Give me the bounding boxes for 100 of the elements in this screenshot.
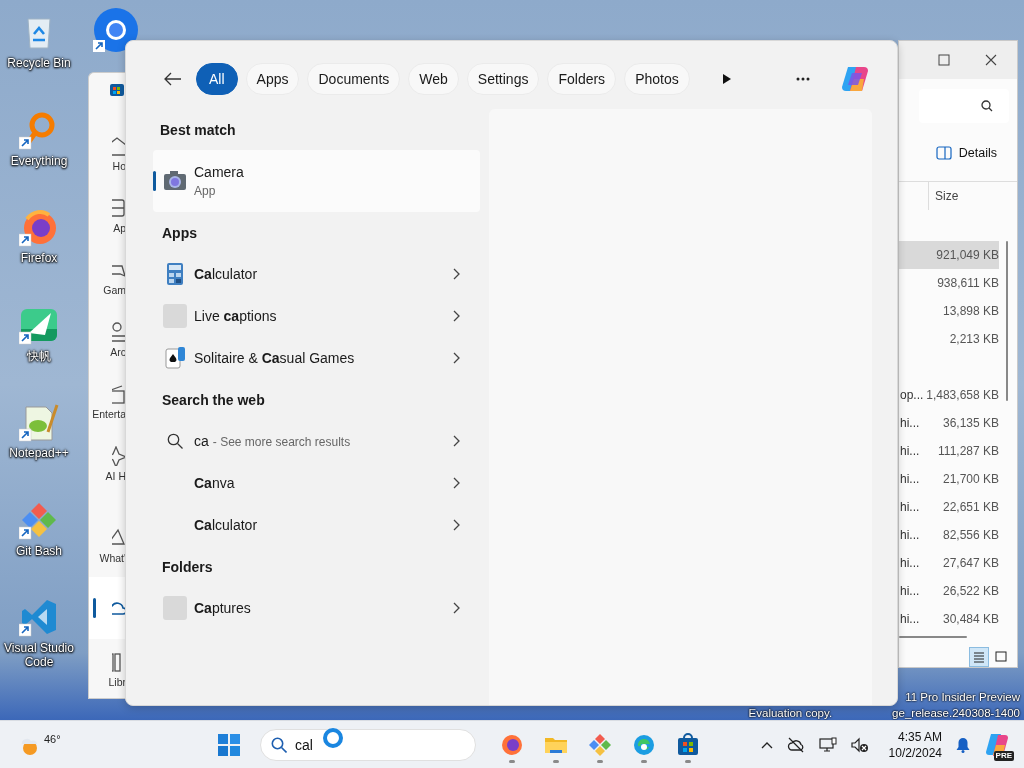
file-name: hi... xyxy=(900,416,920,430)
nav-item[interactable]: Libr xyxy=(89,639,126,698)
result-title: Calculator xyxy=(194,266,259,282)
filter-tab[interactable]: Documents xyxy=(307,63,401,95)
filter-tab[interactable]: All xyxy=(196,63,238,95)
watermark-text: Evaluation copy. xyxy=(748,706,833,721)
weather-widget[interactable]: 46° xyxy=(18,732,218,757)
chevron-icon xyxy=(452,477,460,489)
file-size: 1,483,658 KB xyxy=(926,388,999,402)
watermark-text: 11 Pro Insider Preview xyxy=(904,690,1020,705)
search-field[interactable] xyxy=(919,89,1009,123)
result-item[interactable]: Camera App xyxy=(153,150,480,212)
watermark-text: ge_release.240308-1400 xyxy=(892,706,1020,721)
filter-tab[interactable]: Settings xyxy=(466,63,540,95)
app-icon[interactable] xyxy=(984,731,1010,758)
search-bar[interactable]: cal xyxy=(260,728,476,761)
file-name: hi... xyxy=(900,556,920,570)
list-row[interactable]: hi... 111,287 KB xyxy=(899,437,1017,465)
filter-tab[interactable]: Web xyxy=(408,63,459,95)
list-row[interactable]: hi... 36,135 KB xyxy=(899,409,1017,437)
list-row[interactable]: hi... 82,556 KB xyxy=(899,521,1017,549)
section-heading: Search the web xyxy=(161,390,266,410)
maximize-icon[interactable] xyxy=(938,54,950,66)
filter-tab[interactable]: Apps xyxy=(245,63,300,95)
list-row[interactable]: hi... 27,647 KB xyxy=(899,549,1017,577)
panel-icon xyxy=(935,146,952,160)
nav-item[interactable] xyxy=(89,577,126,639)
list-row[interactable]: 13,898 KB xyxy=(899,297,1017,325)
file-size: 82,556 KB xyxy=(942,528,999,542)
list-row[interactable]: hi... 22,651 KB xyxy=(899,493,1017,521)
chevron-icon xyxy=(452,519,460,531)
chevron-up-icon[interactable] xyxy=(760,740,773,749)
placeholder-icon xyxy=(163,596,187,620)
clock-date[interactable]: 10/2/2024 xyxy=(888,744,942,761)
list-row[interactable]: hi... 26,522 KB xyxy=(899,577,1017,605)
nav-item[interactable]: Gam xyxy=(89,247,126,309)
result-item[interactable]: Live captions xyxy=(153,295,480,337)
back-arrow-icon[interactable] xyxy=(164,72,182,86)
clock-time[interactable]: 4:35 AM xyxy=(897,728,942,745)
file-size: 21,700 KB xyxy=(942,472,999,486)
scrollbar[interactable] xyxy=(899,636,967,638)
file-name: hi... xyxy=(900,444,920,458)
filter-tab[interactable]: Photos xyxy=(624,63,690,95)
selection-bar xyxy=(153,171,156,191)
tile-icon xyxy=(995,651,1007,663)
file-name: hi... xyxy=(900,500,920,514)
search-input[interactable]: cal xyxy=(295,736,415,753)
result-item[interactable]: Calculator xyxy=(153,504,480,546)
nav-item[interactable]: Enterta xyxy=(89,371,126,433)
file-size: 13,898 KB xyxy=(942,304,999,318)
list-row[interactable]: op... 1,483,658 KB xyxy=(899,381,1017,409)
nav-item[interactable]: AI H xyxy=(89,433,126,495)
start-icon[interactable] xyxy=(218,733,240,756)
list-icon xyxy=(973,651,985,663)
bell-icon[interactable] xyxy=(956,736,970,753)
result-title: Camera xyxy=(194,164,245,180)
app-icon[interactable] xyxy=(19,207,59,247)
file-size: 938,611 KB xyxy=(937,276,999,290)
list-row[interactable]: hi... 30,484 KB xyxy=(899,605,1017,633)
monitor-icon[interactable] xyxy=(818,736,837,753)
result-item[interactable]: Canva xyxy=(153,462,480,504)
list-row[interactable]: 938,611 KB xyxy=(899,269,1017,297)
close-icon[interactable] xyxy=(985,54,997,66)
result-item[interactable]: Calculator xyxy=(153,253,480,295)
file-name: hi... xyxy=(900,528,920,542)
cloud-off-icon[interactable] xyxy=(786,736,805,753)
person-icon xyxy=(112,322,126,342)
column-header[interactable]: Size xyxy=(935,189,959,203)
result-title: Captures xyxy=(194,600,252,616)
result-title: Solitaire & Casual Games xyxy=(194,350,356,366)
store-bag-icon[interactable] xyxy=(676,732,700,757)
details-view-button[interactable] xyxy=(969,647,989,667)
icon-label: Recycle Bin xyxy=(6,56,72,70)
apps-icon xyxy=(112,198,126,218)
icon-label: Firefox xyxy=(19,251,59,265)
result-item[interactable]: Solitaire & Casual Games xyxy=(153,337,480,379)
camera-icon xyxy=(163,169,187,193)
store-bag-icon xyxy=(109,81,125,97)
scrollbar[interactable] xyxy=(1006,241,1008,401)
list-row[interactable]: 921,049 KB xyxy=(899,241,999,269)
filter-tab[interactable]: Folders xyxy=(547,63,617,95)
list-row[interactable]: 2,213 KB xyxy=(899,325,1017,353)
icon-label: Everything xyxy=(9,153,69,168)
search-query: ca xyxy=(194,433,209,449)
file-size: 27,647 KB xyxy=(942,556,999,570)
result-item[interactable]: ca - See more search results xyxy=(153,420,480,462)
result-item[interactable]: Captures xyxy=(153,587,480,629)
speaker-muted-icon[interactable] xyxy=(850,736,869,753)
section-heading: Apps xyxy=(161,223,198,243)
nav-item[interactable]: Arc xyxy=(89,309,126,371)
chevron-icon xyxy=(452,602,460,614)
nav-item[interactable]: What' xyxy=(89,515,126,577)
more-icon[interactable] xyxy=(796,77,810,81)
ring-icon xyxy=(322,726,344,749)
play-icon[interactable] xyxy=(721,73,732,85)
result-title: Calculator xyxy=(194,517,259,533)
details-button[interactable]: Details xyxy=(933,143,999,163)
list-row[interactable]: hi... 21,700 KB xyxy=(899,465,1017,493)
icon-label: Git Bash xyxy=(15,543,63,558)
badge: PRE xyxy=(993,750,1014,761)
